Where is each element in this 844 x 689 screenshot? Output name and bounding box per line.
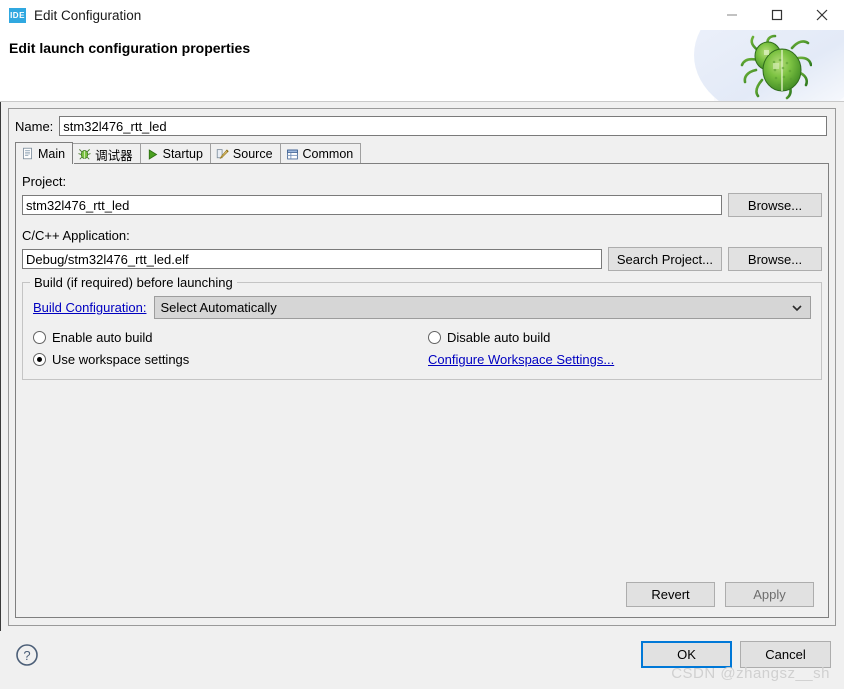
tab-startup[interactable]: Startup bbox=[139, 143, 211, 164]
application-browse-button[interactable]: Browse... bbox=[728, 247, 822, 271]
close-icon[interactable] bbox=[799, 0, 844, 30]
build-configuration-value: Select Automatically bbox=[160, 300, 277, 315]
tab-common[interactable]: Common bbox=[279, 143, 362, 164]
help-icon[interactable]: ? bbox=[15, 643, 39, 667]
apply-button[interactable]: Apply bbox=[725, 582, 814, 607]
application-row: Search Project... Browse... bbox=[22, 247, 822, 271]
name-row: Name: bbox=[9, 109, 835, 142]
build-configuration-row: Build Configuration: Select Automaticall… bbox=[33, 296, 811, 319]
main-tab-panel: Project: Browse... C/C++ Application: Se… bbox=[15, 163, 829, 618]
configure-workspace-settings-link[interactable]: Configure Workspace Settings... bbox=[428, 352, 614, 367]
ok-button[interactable]: OK bbox=[641, 641, 732, 668]
chevron-down-icon bbox=[792, 304, 802, 311]
svg-text:?: ? bbox=[23, 648, 30, 663]
window-title: Edit Configuration bbox=[34, 7, 142, 23]
project-row: Browse... bbox=[22, 193, 822, 217]
revert-apply-group: Revert Apply bbox=[626, 582, 814, 607]
dialog-footer: ? OK Cancel CSDN @zhangsz__sh bbox=[0, 631, 844, 689]
radio-enable-auto-build[interactable]: Enable auto build bbox=[33, 330, 428, 345]
radio-use-workspace-settings[interactable]: Use workspace settings bbox=[33, 352, 428, 367]
tab-strip: Main 调试器 Startup Source Common bbox=[15, 142, 829, 164]
cancel-button[interactable]: Cancel bbox=[740, 641, 831, 668]
application-input[interactable] bbox=[22, 249, 602, 269]
radio-use-workspace-settings-label: Use workspace settings bbox=[52, 352, 190, 367]
document-icon bbox=[23, 147, 32, 160]
radio-disable-auto-build-label: Disable auto build bbox=[447, 330, 551, 345]
search-project-button[interactable]: Search Project... bbox=[607, 247, 722, 271]
maximize-icon[interactable] bbox=[754, 0, 799, 30]
tab-main[interactable]: Main bbox=[15, 142, 74, 164]
radio-enable-auto-build-label: Enable auto build bbox=[52, 330, 153, 345]
source-edit-icon bbox=[216, 148, 229, 159]
revert-button[interactable]: Revert bbox=[626, 582, 715, 607]
configure-workspace-cell: Configure Workspace Settings... bbox=[428, 352, 811, 367]
minimize-icon[interactable] bbox=[709, 0, 754, 30]
configuration-frame: Name: Main bbox=[8, 108, 836, 626]
radio-enable-auto-build-indicator bbox=[33, 331, 46, 344]
window-left-edge bbox=[0, 102, 1, 689]
tab-source-label: Source bbox=[232, 147, 273, 161]
name-input[interactable] bbox=[59, 116, 827, 136]
debugger-icon bbox=[78, 148, 91, 159]
build-configuration-link[interactable]: Build Configuration: bbox=[33, 300, 146, 315]
build-group-title: Build (if required) before launching bbox=[30, 275, 237, 290]
bug-icon bbox=[740, 34, 812, 100]
radio-disable-auto-build[interactable]: Disable auto build bbox=[428, 330, 811, 345]
common-table-icon bbox=[286, 149, 298, 159]
build-group: Build (if required) before launching Bui… bbox=[22, 275, 822, 380]
project-label: Project: bbox=[22, 174, 67, 189]
radio-disable-auto-build-indicator bbox=[428, 331, 441, 344]
play-icon bbox=[148, 148, 157, 160]
application-label: C/C++ Application: bbox=[22, 228, 130, 243]
build-configuration-select[interactable]: Select Automatically bbox=[154, 296, 811, 319]
name-label: Name: bbox=[15, 118, 54, 134]
radio-use-workspace-settings-indicator bbox=[33, 353, 46, 366]
window-controls bbox=[709, 0, 844, 30]
dialog-action-buttons: OK Cancel bbox=[641, 641, 831, 668]
dialog-body: Name: Main bbox=[0, 102, 844, 689]
tab-common-label: Common bbox=[302, 147, 354, 161]
tab-debugger[interactable]: 调试器 bbox=[72, 143, 141, 164]
tab-debugger-label: 调试器 bbox=[95, 148, 133, 163]
project-input[interactable] bbox=[22, 195, 722, 215]
banner-heading: Edit launch configuration properties bbox=[9, 40, 251, 56]
tab-startup-label: Startup bbox=[162, 147, 203, 161]
tab-main-label: Main bbox=[38, 146, 66, 161]
app-icon: IDE bbox=[9, 7, 26, 23]
project-browse-button[interactable]: Browse... bbox=[728, 193, 822, 217]
title-bar: IDE Edit Configuration bbox=[0, 0, 844, 30]
build-options-grid: Enable auto build Disable auto build Use… bbox=[33, 330, 811, 367]
tab-source[interactable]: Source bbox=[209, 143, 281, 164]
dialog-banner: Edit launch configuration properties bbox=[0, 30, 844, 102]
